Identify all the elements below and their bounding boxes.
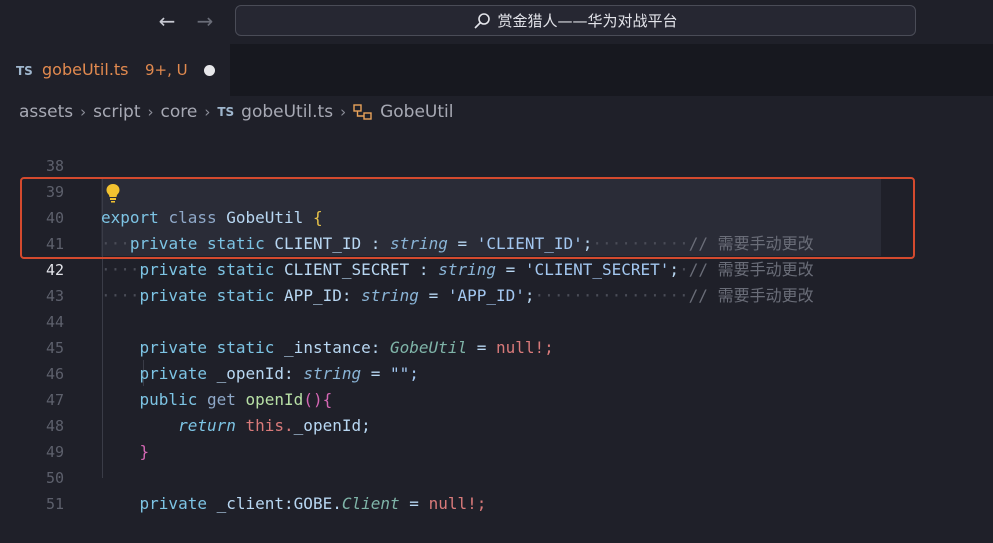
breadcrumb-item-assets[interactable]: assets [19,102,73,122]
code-line: 46 public get openId(){ [0,335,993,409]
chevron-right-icon: › [204,103,211,121]
code-line: 51 [0,465,993,513]
code-line: 48 } [0,387,993,461]
code-text: private _client:GOBE.Client = null!; [139,494,487,513]
class-symbol-icon [353,103,373,121]
typescript-icon: TS [217,105,235,119]
title-bar: ← → 赏金猎人——华为对战平台 [0,0,993,44]
breadcrumb: assets › script › core › TS gobeUtil.ts … [0,96,993,128]
chevron-right-icon: › [80,103,87,121]
arrow-right-icon[interactable]: → [193,9,217,33]
code-line: 49 [0,413,993,461]
chevron-right-icon: › [147,103,154,121]
code-line: 43 [0,257,993,305]
line-number: 51 [45,495,64,513]
breadcrumb-item-class[interactable]: GobeUtil [380,102,453,122]
code-line: 50 private _client:GOBE.Client = null!; [0,439,993,513]
tab-bar: TS gobeUtil.ts 9+, U [0,44,993,96]
breadcrumb-item-script[interactable]: script [93,102,140,122]
unsaved-dot-icon[interactable] [204,65,215,76]
breadcrumb-item-core[interactable]: core [161,102,198,122]
typescript-icon: TS [16,64,33,78]
tab-gobeutil[interactable]: TS gobeUtil.ts 9+, U [0,44,230,96]
code-line: 39 export class GobeUtil { [0,153,993,227]
code-line: 45 private _openId: string = ""; [0,309,993,383]
annotation-highlight-box [20,177,915,259]
search-text: 赏金猎人——华为对战平台 [497,12,678,30]
code-line: 38 [0,127,993,175]
breadcrumb-item-file[interactable]: gobeUtil.ts [241,102,333,122]
tab-filename: gobeUtil.ts [42,60,129,79]
search-icon [474,12,491,29]
command-center-search[interactable]: 赏金猎人——华为对战平台 [235,5,916,36]
code-line: 47 return this._openId; [0,361,993,435]
tab-problem-status: 9+, U [145,61,188,79]
code-line: 44 private static _instance: GobeUtil = … [0,283,993,357]
chevron-right-icon: › [340,103,347,121]
arrow-left-icon[interactable]: ← [155,9,179,33]
